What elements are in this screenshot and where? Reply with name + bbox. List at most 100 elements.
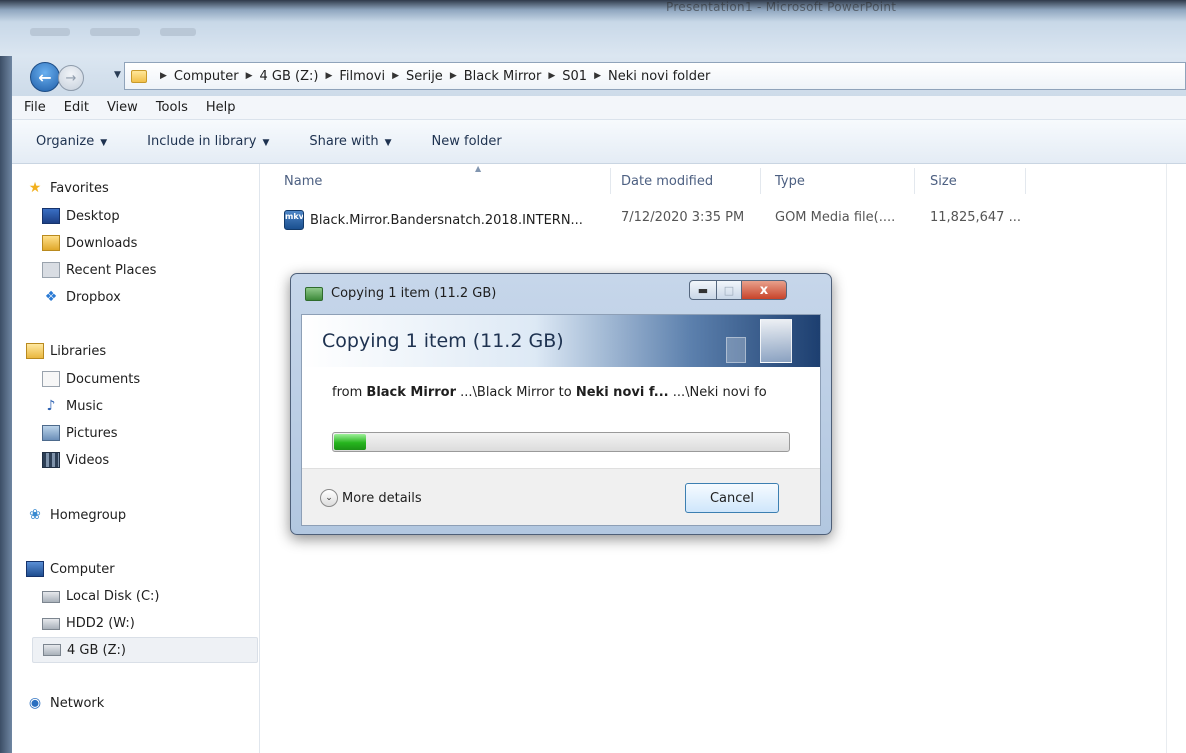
back-button[interactable]: ←	[30, 62, 60, 92]
nav-label: Homegroup	[50, 507, 127, 523]
new-folder-button[interactable]: New folder	[432, 134, 502, 149]
close-button[interactable]: x	[741, 280, 787, 300]
copy-progress-dialog: Copying 1 item (11.2 GB) ▬ □ x Copying 1…	[290, 273, 832, 535]
nav-item-computer[interactable]: Computer	[26, 561, 115, 577]
command-toolbar: Organize ▼ Include in library ▼ Share with…	[12, 120, 1186, 164]
source-name[interactable]: Black Mirror	[366, 385, 456, 400]
nav-label: Pictures	[66, 425, 118, 441]
share-with-button[interactable]: Share with ▼	[309, 134, 391, 149]
column-header-type[interactable]: Type	[775, 174, 805, 189]
chevron-right-icon[interactable]: ▶	[548, 71, 555, 81]
breadcrumb-s01[interactable]: S01	[562, 69, 587, 84]
nav-item-desktop[interactable]: Desktop	[42, 208, 120, 224]
nav-label: Network	[50, 695, 105, 711]
chevron-right-icon[interactable]: ▶	[450, 71, 457, 81]
column-header-date-modified[interactable]: Date modified	[621, 174, 713, 189]
breadcrumb-neki-novi-folder[interactable]: Neki novi folder	[608, 69, 710, 84]
nav-item-local-disk[interactable]: Local Disk (C:)	[42, 589, 159, 604]
nav-item-music[interactable]: ♪ Music	[42, 398, 103, 414]
breadcrumb-drive[interactable]: 4 GB (Z:)	[259, 69, 318, 84]
column-divider[interactable]	[1025, 168, 1026, 194]
address-row: ← → ▼ ▶ Computer ▶ 4 GB (Z:) ▶ Filmovi ▶…	[12, 56, 1186, 96]
address-bar[interactable]: ▶ Computer ▶ 4 GB (Z:) ▶ Filmovi ▶ Serij…	[124, 62, 1186, 90]
titlebar-blur	[160, 28, 196, 36]
dialog-title: Copying 1 item (11.2 GB)	[331, 286, 497, 301]
titlebar-blur	[90, 28, 140, 36]
documents-icon	[42, 371, 60, 387]
destination-name[interactable]: Neki novi f...	[576, 385, 669, 400]
column-divider[interactable]	[760, 168, 761, 194]
nav-label: 4 GB (Z:)	[67, 642, 126, 658]
nav-item-homegroup[interactable]: ❀ Homegroup	[26, 507, 126, 523]
nav-label: Local Disk (C:)	[66, 589, 160, 604]
chevron-right-icon[interactable]: ▶	[325, 71, 332, 81]
chevron-right-icon[interactable]: ▶	[392, 71, 399, 81]
more-details-label: More details	[342, 490, 422, 506]
nav-label: HDD2 (W:)	[66, 616, 135, 631]
source-path: ...\Black Mirror	[460, 385, 555, 400]
nav-item-documents[interactable]: Documents	[42, 371, 140, 387]
nav-label: Downloads	[66, 235, 138, 251]
mkv-file-icon: mkv	[284, 210, 304, 230]
nav-item-downloads[interactable]: Downloads	[42, 235, 137, 251]
nav-item-libraries[interactable]: Libraries	[26, 343, 106, 359]
folder-icon	[131, 69, 147, 83]
dialog-footer: ⌄ More details Cancel	[302, 468, 820, 525]
column-header-name[interactable]: Name	[284, 174, 322, 189]
breadcrumb-serije[interactable]: Serije	[406, 69, 443, 84]
minimize-button[interactable]: ▬	[689, 280, 717, 300]
chevron-right-icon[interactable]: ▶	[160, 71, 167, 81]
nav-item-favorites[interactable]: ★ Favorites	[26, 180, 109, 196]
chevron-right-icon[interactable]: ▶	[246, 71, 253, 81]
window-title: Presentation1 - Microsoft PowerPoint	[666, 0, 897, 14]
drive-icon	[43, 644, 61, 656]
close-icon: x	[759, 282, 769, 298]
column-divider[interactable]	[914, 168, 915, 194]
nav-label: Libraries	[50, 343, 107, 359]
nav-item-network[interactable]: ◉ Network	[26, 695, 104, 711]
maximize-icon: □	[723, 283, 735, 297]
nav-item-hdd2[interactable]: HDD2 (W:)	[42, 616, 135, 631]
nav-item-dropbox[interactable]: ❖ Dropbox	[42, 289, 121, 305]
breadcrumb-black-mirror[interactable]: Black Mirror	[464, 69, 542, 84]
pictures-icon	[42, 425, 60, 441]
menu-edit[interactable]: Edit	[64, 100, 89, 115]
menu-bar: File Edit View Tools Help	[12, 96, 1186, 120]
history-dropdown-icon[interactable]: ▼	[114, 70, 121, 80]
menu-help[interactable]: Help	[206, 100, 236, 115]
breadcrumb-filmovi[interactable]: Filmovi	[339, 69, 385, 84]
chevron-right-icon[interactable]: ▶	[594, 71, 601, 81]
organize-button[interactable]: Organize ▼	[36, 134, 107, 149]
menu-tools[interactable]: Tools	[156, 100, 188, 115]
nav-item-pictures[interactable]: Pictures	[42, 425, 117, 441]
menu-view[interactable]: View	[107, 100, 138, 115]
column-header-size[interactable]: Size	[930, 174, 957, 189]
nav-label: Documents	[66, 371, 141, 387]
menu-file[interactable]: File	[24, 100, 46, 115]
include-in-library-button[interactable]: Include in library ▼	[147, 134, 269, 149]
nav-item-4gb-drive[interactable]: 4 GB (Z:)	[32, 637, 258, 663]
column-divider[interactable]	[610, 168, 611, 194]
scrollbar-track[interactable]	[1166, 164, 1186, 753]
videos-icon	[42, 452, 60, 468]
include-in-library-label: Include in library	[147, 134, 257, 149]
back-arrow-icon: ←	[38, 67, 52, 87]
chevron-down-icon: ▼	[384, 138, 392, 148]
nav-item-videos[interactable]: Videos	[42, 452, 109, 468]
file-name-cell[interactable]: mkv Black.Mirror.Bandersnatch.2018.INTER…	[284, 210, 583, 230]
document-graphic-icon	[760, 319, 792, 363]
window-titlebar: Presentation1 - Microsoft PowerPoint	[0, 0, 1186, 56]
nav-label: Recent Places	[66, 262, 157, 278]
nav-item-recent-places[interactable]: Recent Places	[42, 262, 156, 278]
downloads-icon	[42, 235, 60, 251]
drive-icon	[42, 617, 60, 630]
cancel-button[interactable]: Cancel	[685, 483, 779, 513]
chevron-down-icon: ⌄	[320, 489, 338, 507]
destination-path: ...\Neki novi fo	[672, 385, 767, 400]
organize-label: Organize	[36, 134, 95, 149]
more-details-toggle[interactable]: ⌄ More details	[320, 489, 422, 507]
forward-button[interactable]: →	[58, 65, 84, 91]
dialog-titlebar[interactable]: Copying 1 item (11.2 GB) ▬ □ x	[291, 274, 831, 314]
maximize-button[interactable]: □	[716, 280, 742, 300]
breadcrumb-computer[interactable]: Computer	[174, 69, 239, 84]
